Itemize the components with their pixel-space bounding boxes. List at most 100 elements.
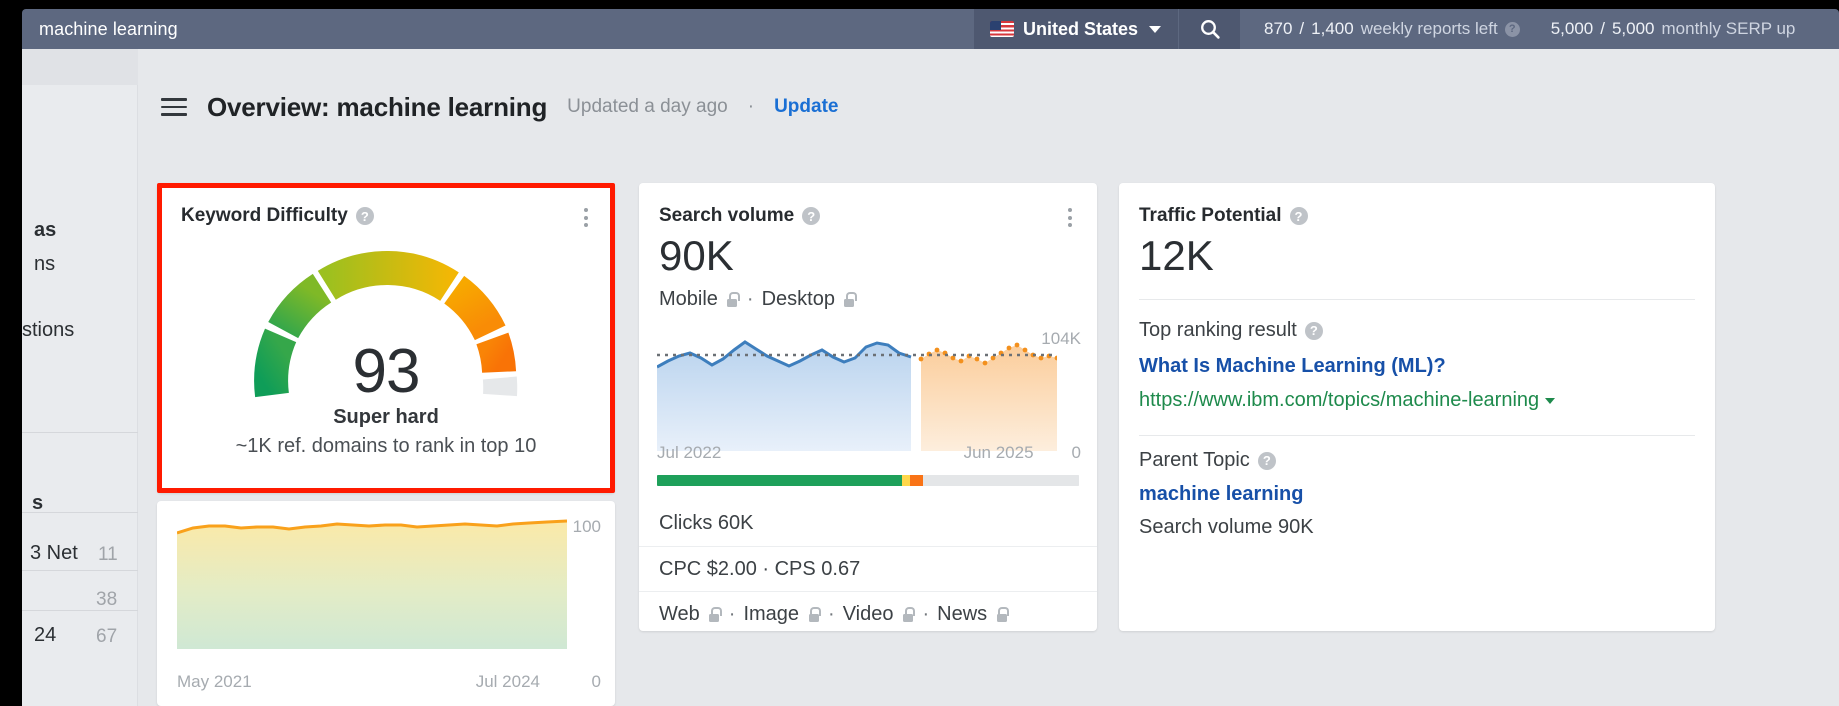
sv-image-label: Image	[743, 602, 800, 625]
tp-parent-volume: Search volume 90K	[1139, 516, 1314, 538]
lock-icon	[843, 292, 857, 307]
bar-segment-other	[910, 475, 923, 486]
sv-sep-1: ·	[728, 602, 736, 625]
page-header: Overview: machine learning Updated a day…	[138, 81, 1839, 133]
chevron-down-icon[interactable]	[1545, 397, 1556, 404]
sidebar-item-4[interactable]: 3 Net	[30, 542, 78, 565]
lock-icon	[708, 606, 722, 622]
screenshot-root: machine learning United States 870 / 1,4…	[0, 0, 1839, 706]
tp-title-group: Traffic Potential ?	[1139, 205, 1308, 227]
bar-segment-remaining	[922, 475, 1079, 486]
help-icon[interactable]: ?	[1504, 21, 1520, 37]
lock-icon	[995, 606, 1009, 622]
monthly-sep: /	[1600, 19, 1605, 38]
kd-subtitle: ~1K ref. domains to rank in top 10	[235, 435, 537, 457]
monthly-label: monthly SERP up	[1661, 19, 1796, 38]
tp-divider-2	[1139, 435, 1695, 436]
app-body: as ns stions s 3 Net 24 11 38 67 Overvie…	[22, 49, 1839, 706]
hamburger-icon[interactable]	[161, 98, 187, 116]
search-input-value: machine learning	[39, 18, 178, 39]
sidebar-item-0[interactable]: as	[34, 219, 56, 242]
tp-top-ranking-url[interactable]: https://www.ibm.com/topics/machine-learn…	[1139, 389, 1556, 412]
tp-value: 12K	[1139, 232, 1214, 279]
kd-title: Keyword Difficulty	[181, 205, 348, 226]
sidebar-item-1[interactable]: ns	[34, 253, 55, 276]
sv-devices-row: Mobile · Desktop	[659, 288, 857, 311]
sidebar-item-5[interactable]: 24	[34, 624, 56, 647]
header-separator: ·	[747, 96, 755, 117]
sidebar-item-2[interactable]: stions	[22, 319, 74, 342]
sv-title-group: Search volume ?	[659, 205, 821, 227]
sv-clicks-label: Clicks 60K	[659, 512, 754, 534]
help-icon[interactable]: ?	[355, 207, 374, 225]
sv-mobile-label: Mobile	[659, 288, 718, 310]
bar-segment-organic	[657, 475, 902, 486]
country-selector[interactable]: United States	[974, 9, 1179, 49]
position-history-card: 100 May 2021 Jul 2024 0	[157, 501, 615, 706]
pos-x-end-label: Jul 2024	[475, 672, 540, 691]
country-label: United States	[1023, 18, 1139, 39]
kebab-menu-icon[interactable]	[1061, 205, 1079, 230]
kebab-menu-icon[interactable]	[577, 205, 595, 230]
sv-devices-separator: ·	[746, 288, 754, 310]
monthly-serp-quota: 5,000 / 5,000 monthly SERP up	[1551, 19, 1796, 39]
pos-x-start-label: May 2021	[177, 672, 252, 691]
keyword-difficulty-card: Keyword Difficulty ? 93 Super hard ~1K r…	[157, 183, 615, 493]
kd-label: Super hard	[333, 406, 439, 428]
help-icon[interactable]: ?	[1304, 321, 1323, 340]
tp-top-ranking-label: Top ranking result	[1139, 319, 1297, 341]
tp-divider-1	[1139, 299, 1695, 300]
help-icon[interactable]: ?	[1257, 451, 1276, 470]
lock-icon	[902, 606, 916, 622]
kd-card-header: Keyword Difficulty ?	[181, 205, 595, 230]
sidebar-number-1: 38	[96, 589, 118, 610]
pos-y-bottom-label: 0	[591, 672, 601, 691]
help-icon[interactable]: ?	[1289, 207, 1308, 225]
sidebar-divider	[22, 570, 138, 571]
page-title: Overview: machine learning	[207, 91, 548, 122]
sidebar-item-3[interactable]: s	[32, 492, 43, 515]
us-flag-icon	[990, 21, 1014, 37]
tp-parent-topic-link[interactable]: machine learning	[1139, 483, 1304, 506]
sv-title: Search volume	[659, 205, 795, 226]
keyword-search-input[interactable]: machine learning	[22, 9, 974, 49]
sv-chart-max-label: 104K	[1041, 329, 1081, 348]
weekly-sep: /	[1299, 19, 1305, 38]
sidebar-top-block	[22, 49, 138, 85]
tp-url-text: https://www.ibm.com/topics/machine-learn…	[1139, 389, 1540, 411]
monthly-total: 5,000	[1611, 19, 1655, 38]
search-icon	[1200, 20, 1220, 39]
tp-top-ranking-link[interactable]: What Is Machine Learning (ML)?	[1139, 355, 1446, 378]
sv-news-label: News	[937, 602, 988, 625]
sv-value: 90K	[659, 232, 734, 279]
kd-title-group: Keyword Difficulty ?	[181, 205, 374, 227]
update-button[interactable]: Update	[774, 96, 838, 118]
sv-x-axis: Jul 2022 Jun 2025 0	[657, 443, 1081, 463]
sv-desktop-label: Desktop	[761, 288, 835, 310]
weekly-label: weekly reports left	[1360, 19, 1498, 38]
search-button[interactable]	[1178, 9, 1241, 49]
usage-quota-area: 870 / 1,400 weekly reports left ? 5,000 …	[1240, 19, 1817, 39]
sv-cpc-cps-row: CPC $2.00 · CPS 0.67	[639, 546, 1097, 591]
tp-title: Traffic Potential	[1139, 205, 1282, 226]
sv-y-zero-label: 0	[1071, 443, 1081, 462]
help-icon[interactable]: ?	[802, 207, 821, 225]
sv-web-label: Web	[659, 602, 700, 625]
sidebar-number-0: 11	[98, 544, 118, 565]
search-volume-card: Search volume ? 90K Mobile · Desktop 104…	[639, 183, 1097, 631]
clicks-split-bar	[657, 475, 1079, 486]
monthly-used: 5,000	[1550, 19, 1594, 38]
sv-x-start-label: Jul 2022	[657, 443, 722, 462]
tp-parent-topic-group: Parent Topic ?	[1139, 449, 1276, 472]
sidebar-divider	[22, 432, 138, 433]
sv-sep-3: ·	[922, 602, 930, 625]
weekly-total: 1,400	[1311, 19, 1354, 38]
sv-x-end-label: Jun 2025	[963, 443, 1034, 462]
kd-score: 93	[352, 337, 421, 406]
pos-y-top-label: 100	[572, 517, 601, 536]
sv-cpc-cps-label: CPC $2.00 · CPS 0.67	[659, 557, 861, 580]
sv-serp-features-row: Web · Image · Video · News	[639, 591, 1097, 636]
search-volume-chart	[657, 340, 1057, 451]
sv-card-header: Search volume ?	[659, 205, 1079, 230]
sv-video-label: Video	[842, 602, 894, 625]
